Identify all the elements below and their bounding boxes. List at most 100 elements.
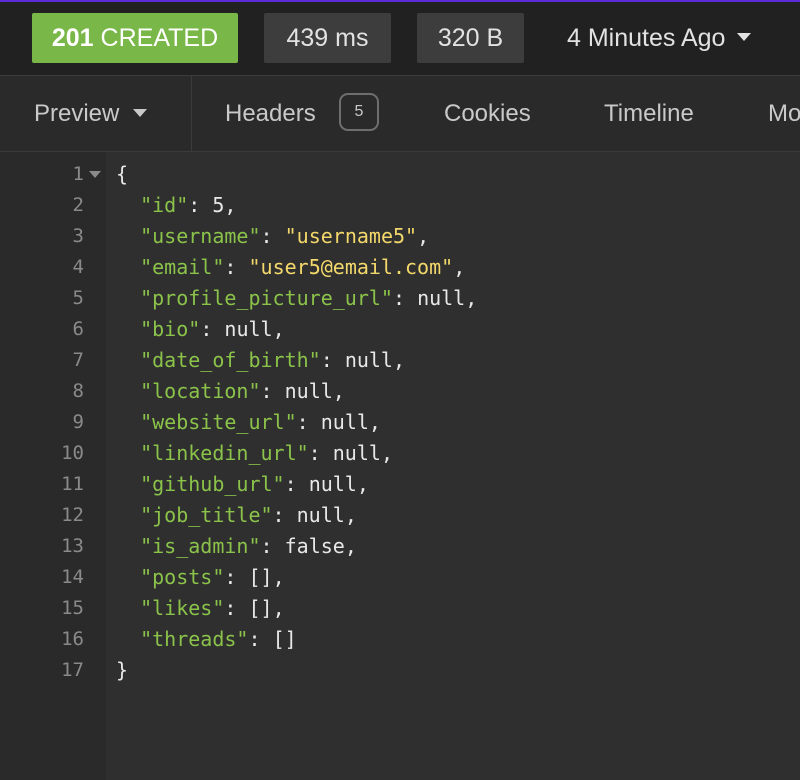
tab-timeline[interactable]: Timeline [604, 76, 694, 151]
json-comma: , [272, 596, 285, 620]
code-line: "likes": [], [116, 593, 285, 624]
json-comma: , [368, 410, 381, 434]
line-number: 13 [61, 535, 84, 557]
line-number: 6 [72, 318, 84, 340]
json-colon: : [260, 534, 285, 558]
json-key: "likes" [140, 596, 225, 620]
fold-toggle-icon[interactable] [89, 171, 101, 178]
json-key: "threads" [140, 627, 249, 651]
json-key: "bio" [140, 317, 201, 341]
json-value: null [344, 348, 393, 372]
json-comma: , [224, 193, 237, 217]
line-number: 2 [72, 194, 84, 216]
json-key: "username" [140, 224, 261, 248]
code-line: "bio": null, [116, 314, 285, 345]
code-line: "threads": [] [116, 624, 297, 655]
line-number: 4 [72, 256, 84, 278]
json-colon: : [224, 565, 249, 589]
json-brace: } [116, 658, 129, 682]
json-key: "website_url" [140, 410, 297, 434]
response-size-badge: 320 B [417, 13, 524, 63]
json-comma: , [465, 286, 478, 310]
json-colon: : [320, 348, 345, 372]
json-colon: : [272, 503, 297, 527]
status-code: 201 [51, 24, 94, 52]
json-brace: { [116, 162, 129, 186]
json-comma: , [272, 317, 285, 341]
code-line: "job_title": null, [116, 500, 357, 531]
code-line: "linkedin_url": null, [116, 438, 393, 469]
json-key: "profile_picture_url" [140, 286, 393, 310]
line-number: 7 [72, 349, 84, 371]
json-value: "user5@email.com" [248, 255, 454, 279]
line-number: 3 [72, 225, 84, 247]
json-colon: : [260, 224, 285, 248]
preview-label: Preview [34, 100, 120, 127]
json-comma: , [453, 255, 466, 279]
status-code-badge: 201 CREATED [32, 13, 238, 63]
json-key: "posts" [140, 565, 225, 589]
response-status-bar: 201 CREATED 439 ms 320 B 4 Minutes Ago [0, 2, 800, 76]
json-colon: : [224, 596, 249, 620]
json-colon: : [308, 441, 333, 465]
line-number-gutter: 1 2 3 4 5 6 7 8 9 10 11 12 13 14 15 16 17 [0, 152, 106, 780]
code-line: "email": "user5@email.com", [116, 252, 465, 283]
code-line: "github_url": null, [116, 469, 369, 500]
line-number: 16 [61, 628, 84, 650]
history-label: 4 Minutes Ago [567, 24, 726, 52]
json-value: [] [248, 565, 273, 589]
json-value: false [284, 534, 345, 558]
tab-more[interactable]: Mo [768, 76, 800, 151]
code-line: } [116, 655, 128, 686]
json-value: null [332, 441, 381, 465]
json-colon: : [296, 410, 321, 434]
json-value: null [296, 503, 345, 527]
response-tabs: Preview Headers 5 Cookies Timeline Mo [0, 76, 800, 152]
response-time-badge: 439 ms [264, 13, 391, 63]
json-comma: , [392, 348, 406, 372]
json-value: null [417, 286, 466, 310]
json-colon: : [284, 472, 309, 496]
preview-mode-dropdown[interactable]: Preview [0, 76, 192, 151]
json-value: [] [248, 596, 273, 620]
json-value: null [284, 379, 333, 403]
history-dropdown[interactable]: 4 Minutes Ago [567, 13, 752, 63]
code-line: { [116, 159, 128, 190]
json-key: "id" [140, 193, 189, 217]
json-value: "username5" [284, 224, 418, 248]
response-body-viewer[interactable]: 1 2 3 4 5 6 7 8 9 10 11 12 13 14 15 16 17 { "id": 5, "us… [0, 152, 800, 780]
json-comma: , [272, 565, 285, 589]
line-number: 12 [61, 504, 84, 526]
code-line: "location": null, [116, 376, 345, 407]
line-number: 9 [72, 411, 84, 433]
json-value: null [224, 317, 273, 341]
json-value: null [320, 410, 369, 434]
tab-headers[interactable]: Headers [225, 76, 316, 151]
line-number: 10 [61, 442, 84, 464]
json-colon: : [188, 193, 213, 217]
json-comma: , [332, 379, 345, 403]
line-number: 8 [72, 380, 84, 402]
json-key: "github_url" [140, 472, 285, 496]
code-line: "username": "username5", [116, 221, 429, 252]
line-number: 11 [61, 473, 84, 495]
chevron-down-icon [737, 33, 752, 42]
code-line: "date_of_birth": null, [116, 345, 405, 376]
json-colon: : [224, 255, 249, 279]
status-text: CREATED [100, 24, 219, 52]
headers-count-badge: 5 [339, 93, 379, 131]
line-number: 5 [72, 287, 84, 309]
code-line: "website_url": null, [116, 407, 381, 438]
line-number: 1 [72, 163, 84, 185]
json-comma: , [356, 472, 369, 496]
code-line: "posts": [], [116, 562, 285, 593]
line-number: 14 [61, 566, 84, 588]
code-line: "is_admin": false, [116, 531, 357, 562]
chevron-down-icon [133, 108, 148, 117]
line-number: 17 [61, 659, 84, 681]
json-key: "email" [140, 255, 225, 279]
json-comma: , [344, 534, 357, 558]
json-value: 5 [212, 193, 225, 217]
tab-cookies[interactable]: Cookies [444, 76, 531, 151]
json-key: "is_admin" [140, 534, 261, 558]
